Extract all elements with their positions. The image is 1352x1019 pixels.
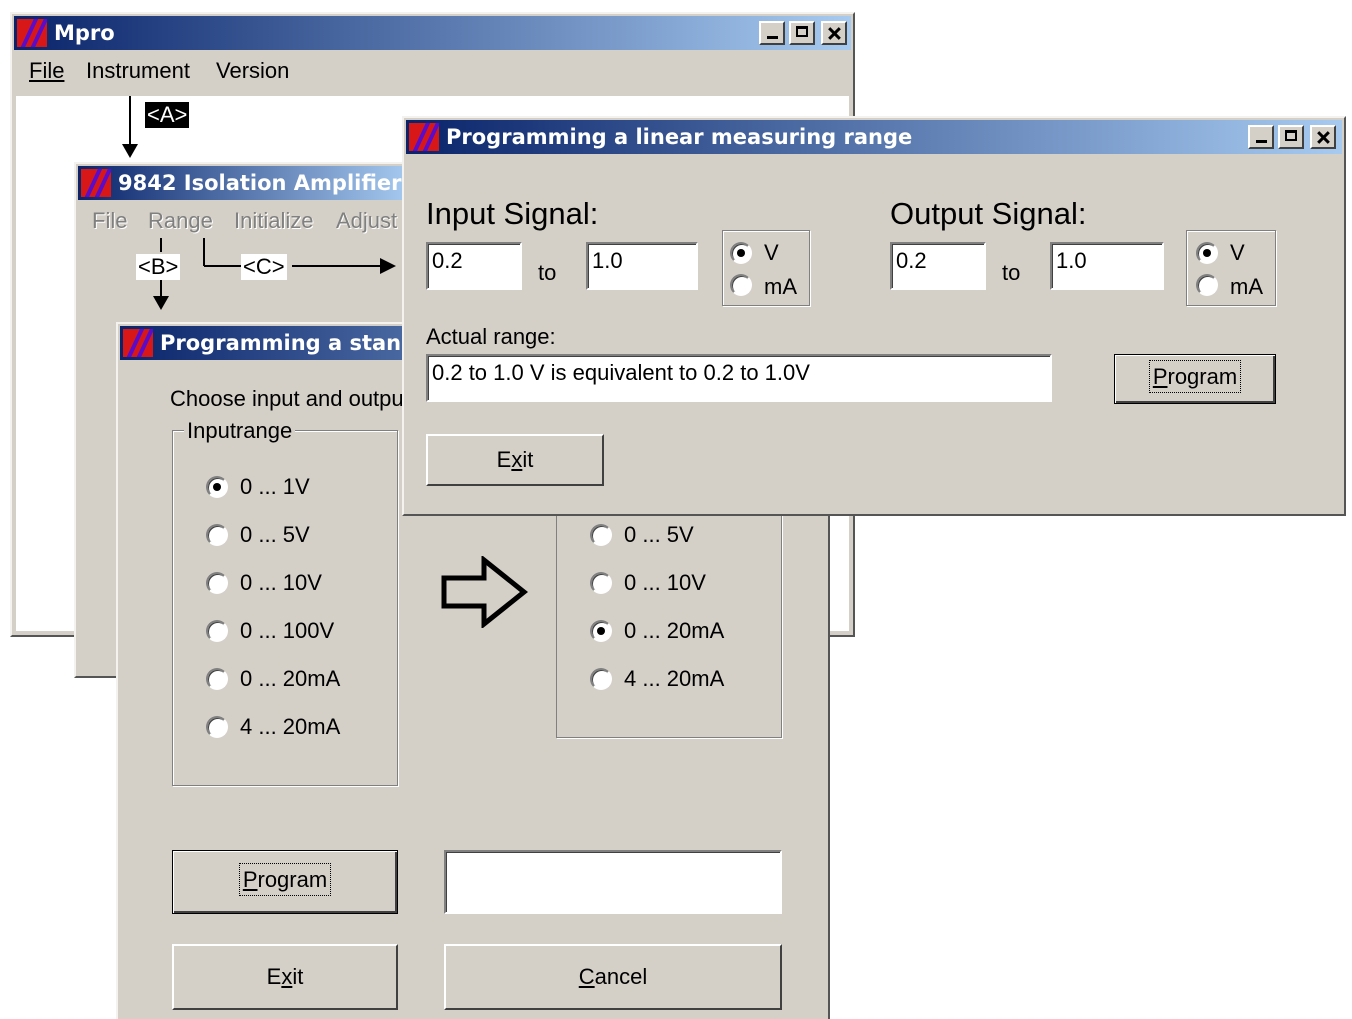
input-range-radio[interactable] (206, 716, 228, 738)
linear-exit-button[interactable]: Exit (426, 434, 604, 486)
output-unit-ma-radio[interactable] (1196, 274, 1218, 296)
minimize-icon[interactable] (1248, 125, 1274, 149)
menu-adjust[interactable]: Adjust (336, 208, 397, 234)
close-icon[interactable] (1310, 125, 1336, 149)
linear-dialog-title-bar[interactable]: Programming a linear measuring range (406, 120, 1342, 154)
output-to-field[interactable]: 1.0 (1050, 242, 1164, 290)
cancel-button[interactable]: Cancel (444, 944, 782, 1010)
instrument-title-bar[interactable]: 9842 Isolation Amplifier (78, 166, 410, 200)
output-range-option-label: 0 ... 20mA (624, 618, 725, 643)
mpro-title-bar[interactable]: Mpro (14, 16, 851, 50)
input-range-option-label: 0 ... 5V (240, 522, 310, 547)
menu-file[interactable]: File (29, 58, 64, 84)
output-unit-v-radio[interactable] (1196, 242, 1218, 264)
mpro-title: Mpro (54, 21, 115, 45)
menu-file[interactable]: File (92, 208, 127, 234)
program-button[interactable]: Program (172, 850, 398, 914)
output-range-option-label: 4 ... 20mA (624, 666, 725, 691)
input-range-option-label: 0 ... 10V (240, 570, 322, 595)
annotation-a-label: <A> (145, 102, 190, 128)
input-signal-label: Input Signal: (426, 196, 599, 231)
exit-button[interactable]: Exit (172, 944, 398, 1010)
output-range-radio[interactable] (590, 668, 612, 690)
linear-dialog-title: Programming a linear measuring range (446, 125, 913, 149)
input-from-field[interactable]: 0.2 (426, 242, 522, 290)
actual-range-label: Actual range: (426, 324, 556, 349)
menu-range[interactable]: Range (148, 208, 213, 234)
standard-dialog-title: Programming a stand (160, 331, 417, 355)
minimize-icon[interactable] (759, 21, 785, 45)
output-unit-v-label: V (1230, 240, 1245, 265)
input-range-radio[interactable] (206, 524, 228, 546)
app-icon (409, 123, 439, 151)
instruction-text: Choose input and output (170, 386, 410, 411)
output-range-radio[interactable] (590, 620, 612, 642)
input-unit-ma-radio[interactable] (730, 274, 752, 296)
output-to-label: to (1002, 260, 1021, 285)
output-from-field[interactable]: 0.2 (890, 242, 986, 290)
linear-range-dialog: Programming a linear measuring range Inp… (402, 116, 1346, 516)
app-icon (123, 329, 153, 357)
input-range-radio[interactable] (206, 668, 228, 690)
input-range-radio[interactable] (206, 476, 228, 498)
mpro-menu-bar: File Instrument Version (14, 54, 851, 88)
output-range-radio[interactable] (590, 524, 612, 546)
input-range-radio[interactable] (206, 572, 228, 594)
arrow-right-icon (441, 556, 529, 628)
instrument-title: 9842 Isolation Amplifier (118, 171, 402, 195)
menu-version[interactable]: Version (216, 58, 289, 84)
menu-instrument[interactable]: Instrument (86, 58, 190, 84)
output-range-radio[interactable] (590, 572, 612, 594)
maximize-icon[interactable] (789, 21, 815, 45)
annotation-arrow-a (122, 96, 138, 158)
close-icon[interactable] (821, 21, 847, 45)
input-range-option-label: 0 ... 1V (240, 474, 310, 499)
annotation-c-label: <C> (241, 254, 287, 280)
input-unit-v-label: V (764, 240, 779, 265)
input-to-field[interactable]: 1.0 (586, 242, 698, 290)
input-unit-v-radio[interactable] (730, 242, 752, 264)
output-range-option-label: 0 ... 10V (624, 570, 706, 595)
output-range-option-label: 0 ... 5V (624, 522, 694, 547)
input-range-option-label: 0 ... 20mA (240, 666, 341, 691)
input-unit-ma-label: mA (764, 274, 797, 299)
output-unit-ma-label: mA (1230, 274, 1263, 299)
input-range-caption: Inputrange (184, 418, 296, 444)
actual-range-field: 0.2 to 1.0 V is equivalent to 0.2 to 1.0… (426, 354, 1052, 402)
input-to-label: to (538, 260, 557, 285)
instrument-menu-bar: File Range Initialize Adjust (78, 204, 410, 238)
menu-initialize[interactable]: Initialize (234, 208, 313, 234)
output-signal-label: Output Signal: (890, 196, 1087, 231)
app-icon (81, 169, 111, 197)
annotation-b-label: <B> (136, 254, 181, 280)
input-range-option-label: 4 ... 20mA (240, 714, 341, 739)
input-range-option-label: 0 ... 100V (240, 618, 335, 643)
app-icon (17, 19, 47, 47)
input-range-radio[interactable] (206, 620, 228, 642)
linear-program-button[interactable]: Program (1114, 354, 1276, 404)
status-field (444, 850, 782, 914)
maximize-icon[interactable] (1278, 125, 1304, 149)
